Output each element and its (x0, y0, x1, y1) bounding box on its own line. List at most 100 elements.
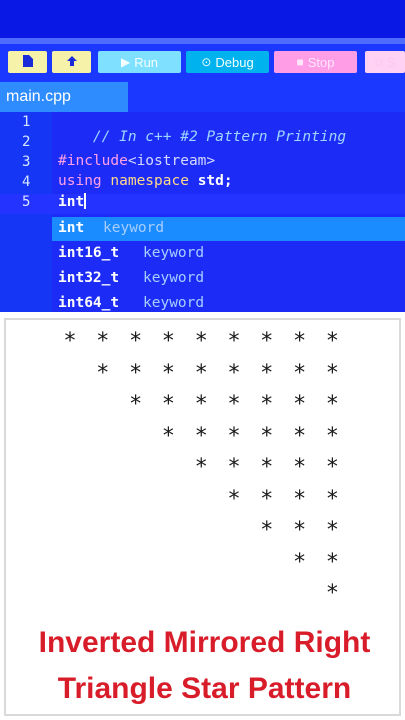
line-number: 4 (22, 174, 31, 190)
toolbar: ▶ Run ⊙ Debug ■ Stop ⧉ S (0, 38, 405, 82)
star: * (326, 392, 338, 417)
autocomplete-item[interactable]: int64_t keyword (52, 292, 405, 316)
star: * (261, 360, 273, 386)
star: * (228, 486, 240, 512)
output-panel: * * * * * * * * * * * * * * * * * * * * * * * * * * * * * * * * * * * * * * * *… (4, 318, 401, 716)
typed-text: int (58, 194, 85, 210)
star: * (195, 455, 207, 480)
upload-icon (66, 55, 78, 70)
star: * (162, 423, 174, 449)
line-number: 2 (22, 134, 31, 150)
star: * (261, 455, 273, 480)
new-file-button[interactable] (8, 51, 47, 73)
star: * (130, 329, 142, 354)
star: * (294, 455, 306, 480)
star: * (162, 360, 174, 386)
tab-label: main.cpp (6, 88, 71, 105)
share-icon: ⧉ (374, 54, 383, 69)
std-identifier: std (197, 173, 224, 189)
autocomplete-popup: int keyword int16_t keyword int32_t keyw… (52, 217, 405, 312)
window-title-bar (0, 0, 405, 38)
play-icon: ▶ (120, 55, 131, 69)
star: * (326, 486, 338, 512)
star: * (261, 486, 273, 512)
star: * (162, 329, 174, 354)
star: * (326, 360, 338, 386)
new-file-icon (22, 54, 33, 70)
star: * (162, 392, 174, 417)
comment-text: // In c++ #2 Pattern Printing (92, 129, 347, 145)
line-number: 3 (22, 154, 31, 170)
text-cursor (84, 193, 87, 209)
star: * (261, 423, 273, 449)
code-line-3: #include<iostream> (58, 153, 215, 169)
using-keyword: using (58, 173, 102, 189)
tab-main-cpp[interactable]: main.cpp (0, 82, 128, 112)
stop-button[interactable]: ■ Stop (274, 51, 357, 73)
namespace-keyword: namespace (110, 173, 189, 189)
include-directive: #include (58, 153, 128, 169)
tab-strip: main.cpp (0, 82, 405, 112)
caption-line-2: Triangle Star Pattern (57, 672, 352, 705)
star: * (294, 549, 306, 575)
star: * (195, 360, 207, 386)
semicolon: ; (223, 173, 233, 189)
star: * (195, 423, 207, 449)
autocomplete-item-name: int64_t (58, 295, 120, 311)
caption-line-1: Inverted Mirrored Right (38, 626, 371, 659)
star: * (195, 329, 207, 354)
star: * (294, 392, 306, 417)
star: * (130, 392, 142, 417)
star: * (326, 455, 338, 480)
star: * (326, 581, 338, 606)
star: * (326, 518, 338, 543)
star: * (294, 423, 306, 449)
autocomplete-item-name: int (58, 220, 85, 236)
star: * (64, 329, 76, 354)
star: * (228, 329, 240, 354)
star: * (261, 329, 273, 354)
debug-button[interactable]: ⊙ Debug (186, 51, 269, 73)
run-button-label: Run (134, 54, 159, 70)
star: * (294, 329, 306, 354)
star: * (294, 518, 306, 543)
code-line-4: using namespace std; (58, 173, 233, 189)
star: * (228, 423, 240, 449)
stop-icon: ■ (296, 55, 304, 69)
share-button[interactable]: ⧉ S (365, 51, 405, 73)
autocomplete-item[interactable]: int keyword (52, 217, 405, 241)
star: * (97, 329, 109, 354)
autocomplete-item-kind: keyword (103, 220, 165, 236)
star: * (228, 392, 240, 417)
line-number: 5 (22, 194, 31, 210)
include-header: <iostream> (127, 153, 216, 169)
autocomplete-item-name: int16_t (58, 245, 120, 261)
upload-button[interactable] (52, 51, 91, 73)
autocomplete-item-name: int32_t (58, 270, 120, 286)
stop-button-label: Stop (307, 54, 335, 70)
star: * (228, 455, 240, 480)
code-editor[interactable]: 1 2 3 4 5 // In c++ #2 Pattern Printing … (0, 112, 405, 312)
autocomplete-item-kind: keyword (143, 270, 205, 286)
share-button-label: S (386, 54, 396, 70)
code-line-5: int (58, 193, 87, 210)
autocomplete-item-kind: keyword (143, 245, 205, 261)
star: * (195, 392, 207, 417)
gear-icon: ⊙ (201, 55, 212, 69)
star: * (326, 329, 338, 354)
debug-button-label: Debug (215, 54, 254, 70)
star: * (261, 392, 273, 417)
star: * (326, 549, 338, 575)
autocomplete-item-kind: keyword (143, 295, 205, 311)
autocomplete-item[interactable]: int16_t keyword (52, 242, 405, 266)
star: * (294, 486, 306, 512)
star: * (97, 360, 109, 386)
star: * (261, 518, 273, 543)
line-number: 1 (22, 114, 31, 130)
star: * (294, 360, 306, 386)
autocomplete-item[interactable]: int32_t keyword (52, 267, 405, 291)
star: * (326, 423, 338, 449)
star: * (228, 360, 240, 386)
run-button[interactable]: ▶ Run (98, 51, 181, 73)
star: * (130, 360, 142, 386)
